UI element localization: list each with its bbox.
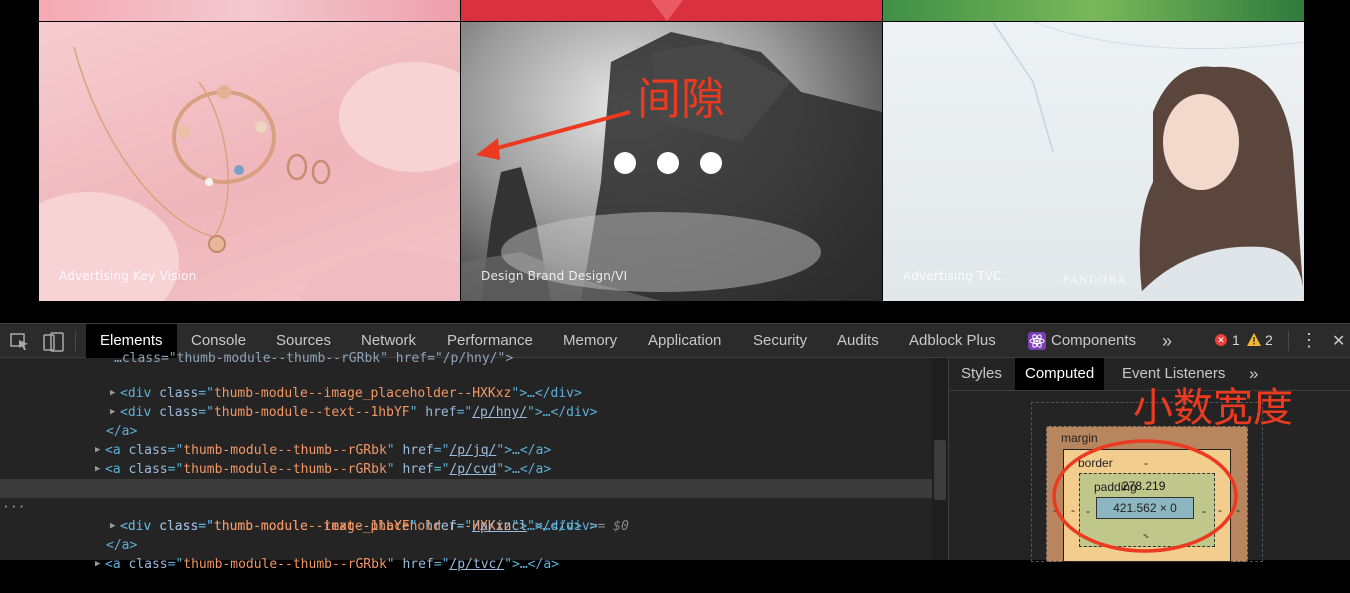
tile-label: Design Brand Design/VI (481, 269, 628, 283)
dom-line[interactable]: ▶ <div class="thumb-module--text--1hbYF" … (0, 498, 932, 534)
close-icon[interactable]: ✕ (1332, 331, 1345, 351)
divider (1288, 331, 1289, 351)
more-tabs-icon[interactable]: » (1162, 324, 1172, 358)
tab-computed[interactable]: Computed (1015, 358, 1105, 390)
divider (75, 331, 76, 351)
carousel-dot[interactable] (700, 152, 722, 174)
triangle-shape (651, 0, 683, 21)
href-link[interactable]: /p/tvc/ (449, 557, 504, 572)
carousel-dot[interactable] (657, 152, 679, 174)
portrait-image (992, 22, 1304, 301)
page-viewport: Advertising Key Vision Design Brand Desi… (0, 0, 1350, 323)
tile-label: Advertising Key Vision (59, 269, 197, 283)
dom-line[interactable]: ▶ <div class="thumb-module--image_placeho… (0, 365, 932, 401)
annotation-gap: 间隙 (637, 74, 725, 125)
tile-label: Advertising TVC (903, 269, 1002, 283)
expand-arrow-icon[interactable]: ▶ (95, 555, 100, 574)
dom-line[interactable]: </a> (0, 403, 932, 439)
tile-top-center[interactable] (461, 0, 882, 21)
jewelry-image (73, 46, 331, 253)
tile-tvc[interactable]: Advertising TVC PANDORA (883, 22, 1304, 301)
dom-line[interactable]: ▼<a class="thumb-module--thumb--rGRbk" h… (0, 460, 932, 496)
tab-components[interactable]: Components (1051, 324, 1136, 358)
dom-line[interactable]: ▶ <a class="thumb-module--thumb--rGRbk" h… (0, 422, 932, 458)
tile-key-vision[interactable]: Advertising Key Vision (39, 22, 460, 301)
react-icon (1028, 332, 1046, 350)
annotation-arrow-icon (476, 110, 631, 160)
class-value: thumb-module--thumb--rGRbk (183, 557, 387, 572)
tag-tail: >…</a> (512, 557, 559, 572)
error-icon: ✕ (1215, 334, 1227, 346)
dom-line-selected[interactable]: ··· ▶ <div class="thumb-module--image_pla… (0, 479, 932, 534)
elements-dom-tree: …class="thumb-module--thumb--rGRbk" href… (0, 351, 932, 572)
dom-line[interactable]: </a> (0, 517, 932, 553)
scrollbar-thumb[interactable] (934, 440, 946, 500)
dom-line[interactable]: ▶ <div class="thumb-module--text--1hbYF" … (0, 384, 932, 420)
warning-count[interactable]: 2 (1265, 332, 1273, 348)
warning-icon (1247, 333, 1261, 346)
tab-styles[interactable]: Styles (961, 358, 1002, 390)
brand-logo: PANDORA (1063, 275, 1127, 286)
tile-top-right[interactable] (883, 0, 1304, 21)
dom-line[interactable]: ▶ <a class="thumb-module--thumb--rGRbk" h… (0, 536, 932, 572)
tile-top-left[interactable] (39, 0, 460, 21)
error-count[interactable]: 1 (1232, 332, 1240, 348)
annotation-circle-icon (1052, 439, 1238, 553)
dom-line[interactable]: ▶ <a class="thumb-module--thumb--rGRbk" h… (0, 441, 932, 477)
kebab-menu-icon[interactable]: ⋮ (1300, 330, 1318, 351)
annotation-decimal-width: 小数宽度 (1133, 385, 1293, 431)
